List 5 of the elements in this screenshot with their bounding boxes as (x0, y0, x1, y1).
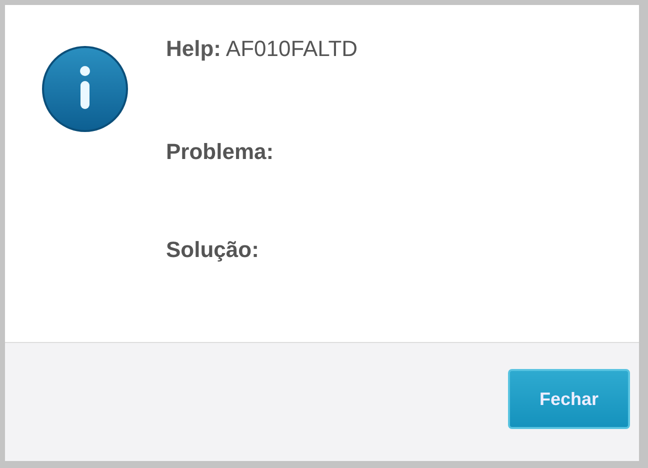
field-label: Problema: (166, 138, 275, 166)
close-button[interactable]: Fechar (508, 369, 630, 429)
help-title: Help: AF010FALTD (166, 35, 358, 63)
field-label: Solução: (166, 236, 260, 264)
info-icon (41, 45, 129, 133)
